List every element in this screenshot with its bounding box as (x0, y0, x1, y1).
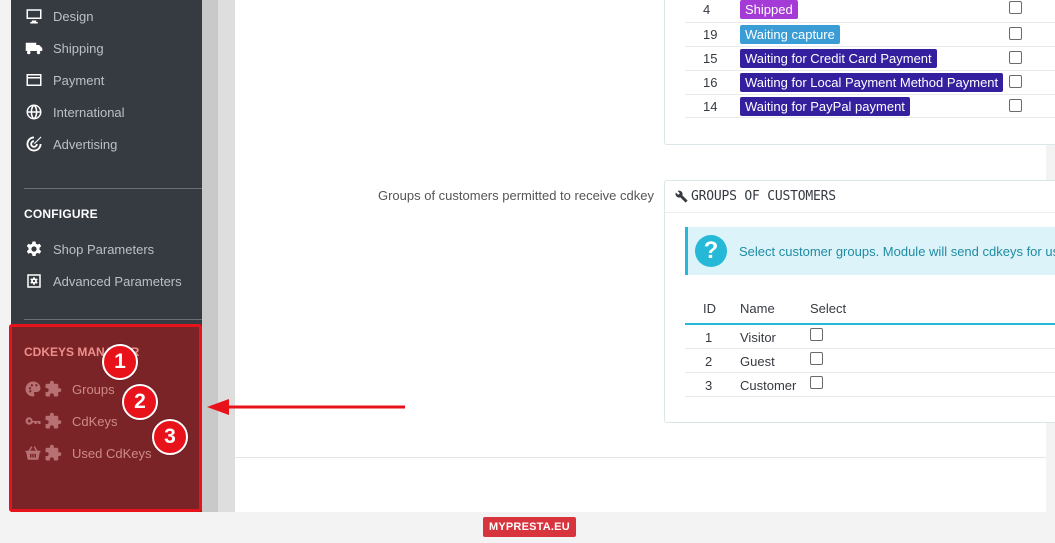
order-status-panel: 4 Shipped 19 Waiting capture 15 Waiting … (664, 0, 1055, 145)
status-checkbox[interactable] (1009, 1, 1022, 14)
step-badge-3: 3 (152, 419, 188, 455)
puzzle-icon (45, 444, 62, 461)
column-header-name: Name (740, 301, 775, 316)
basket-icon (25, 446, 41, 460)
status-checkbox[interactable] (1009, 99, 1022, 112)
step-badge-2: 2 (122, 384, 158, 420)
status-label: Waiting for Credit Card Payment (740, 49, 937, 68)
table-row: 4 Shipped (685, 0, 1055, 21)
sidebar-item-advanced-parameters[interactable]: Advanced Parameters (11, 266, 202, 296)
status-checkbox[interactable] (1009, 51, 1022, 64)
status-label: Shipped (740, 0, 798, 19)
sidebar-item-international[interactable]: International (11, 97, 202, 127)
sidebar-item-shop-parameters[interactable]: Shop Parameters (11, 234, 202, 264)
sidebar-item-label: Shop Parameters (53, 241, 155, 257)
puzzle-icon (45, 380, 62, 397)
annotation-arrow (207, 399, 405, 415)
groups-field-label: Groups of customers permitted to receive… (377, 188, 654, 203)
truck-icon (24, 38, 44, 58)
sidebar-item-shipping[interactable]: Shipping (11, 33, 202, 63)
status-id: 14 (703, 98, 718, 114)
status-id: 4 (703, 1, 711, 17)
sidebar-item-advertising[interactable]: Advertising (11, 129, 202, 159)
status-id: 19 (703, 27, 718, 42)
table-row: 2 Guest (685, 349, 1055, 373)
status-label: Waiting for PayPal payment (740, 96, 910, 116)
table-row: 1 Visitor (685, 325, 1055, 349)
settings-box-icon (24, 271, 44, 291)
alert-text: Select customer groups. Module will send… (739, 243, 1055, 259)
sidebar-item-groups[interactable]: Groups (24, 379, 115, 399)
section-title-configure: CONFIGURE (24, 207, 98, 221)
status-checkbox[interactable] (1009, 27, 1022, 40)
sidebar-item-payment[interactable]: Payment (11, 65, 202, 95)
gear-icon (24, 239, 44, 259)
section-divider (24, 319, 202, 320)
sidebar-item-cdkeys[interactable]: CdKeys (24, 411, 118, 431)
group-select-checkbox[interactable] (810, 376, 823, 389)
key-icon (25, 417, 41, 425)
info-alert: ? Select customer groups. Module will se… (685, 227, 1055, 275)
group-select-checkbox[interactable] (810, 328, 823, 341)
credit-card-icon (24, 70, 44, 90)
sidebar-item-label: Used CdKeys (72, 445, 152, 461)
palette-icon (25, 381, 41, 397)
section-divider (24, 188, 202, 189)
status-checkbox[interactable] (1009, 75, 1022, 88)
cdkeys-manager-section: CDKEYS MANAGER Groups CdKeys Used CdKeys… (9, 324, 202, 512)
puzzle-icon (45, 412, 62, 429)
divider (234, 457, 1046, 458)
group-name: Customer (740, 378, 797, 393)
groups-of-customers-panel: GROUPS OF CUSTOMERS ? Select customer gr… (664, 180, 1055, 423)
sidebar-item-label: CdKeys (72, 413, 118, 429)
sidebar-item-design[interactable]: Design (11, 1, 202, 31)
panel-title: GROUPS OF CUSTOMERS (691, 189, 836, 204)
target-icon (24, 134, 44, 154)
column-header-select: Select (810, 301, 847, 316)
sidebar-item-label: Payment (53, 72, 105, 88)
panel-heading: GROUPS OF CUSTOMERS (665, 181, 1055, 213)
group-id: 3 (705, 378, 713, 393)
sidebar-scrollbar[interactable] (202, 0, 218, 512)
table-row: 15 Waiting for Credit Card Payment (685, 46, 1055, 70)
wrench-icon (675, 190, 688, 203)
sidebar-item-label: Shipping (53, 40, 104, 56)
scrollbar-track (218, 0, 234, 512)
sidebar-item-label: Advanced Parameters (53, 273, 182, 289)
status-id: 16 (703, 75, 718, 90)
group-id: 2 (705, 354, 713, 369)
sidebar-item-label: International (53, 104, 125, 120)
table-row: 3 Customer (685, 373, 1055, 397)
status-label: Waiting capture (740, 25, 840, 44)
sidebar-item-used-cdkeys[interactable]: Used CdKeys (24, 443, 151, 463)
table-row: 16 Waiting for Local Payment Method Paym… (685, 70, 1055, 94)
status-label: Waiting for Local Payment Method Payment (740, 73, 1004, 92)
globe-icon (24, 102, 44, 122)
group-id: 1 (705, 330, 713, 345)
table-row: 14 Waiting for PayPal payment (685, 94, 1055, 118)
group-name: Visitor (740, 330, 776, 345)
groups-table-header: ID Name Select (685, 299, 1055, 325)
screen: Design Shipping Payment International Ad… (0, 0, 1055, 543)
group-name: Guest (740, 354, 775, 369)
brand-badge: MYPRESTA.EU (483, 517, 576, 537)
table-row: 19 Waiting capture (685, 22, 1055, 46)
desktop-icon (24, 6, 44, 26)
step-badge-1: 1 (102, 344, 138, 380)
question-icon: ? (695, 235, 727, 267)
sidebar-item-label: Advertising (53, 136, 118, 152)
group-select-checkbox[interactable] (810, 352, 823, 365)
sidebar-item-label: Groups (72, 381, 115, 397)
status-id: 15 (703, 51, 718, 66)
sidebar-item-label: Design (53, 8, 94, 24)
column-header-id: ID (703, 301, 716, 316)
